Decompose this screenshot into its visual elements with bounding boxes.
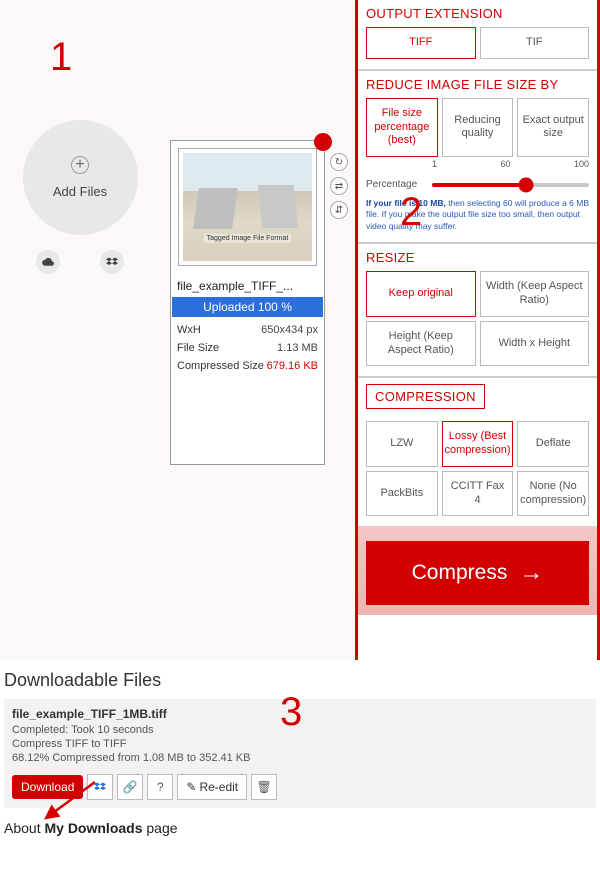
percentage-slider[interactable] [432,183,589,187]
download-operation: Compress TIFF to TIFF [12,738,588,750]
comp-ccitt[interactable]: CCITT Fax 4 [442,471,514,517]
dropbox-button[interactable] [100,250,124,274]
upload-progress: Uploaded 100 % [172,297,323,317]
add-files-button[interactable]: + Add Files [23,120,138,235]
download-button[interactable]: Download [12,775,83,799]
reduce-title: REDUCE IMAGE FILE SIZE BY [366,77,589,92]
download-ratio: 68.12% Compressed from 1.08 MB to 352.41… [12,752,588,764]
notification-dot-icon [314,133,332,151]
sort-icon-button[interactable]: ⇵ [330,201,348,219]
file-name: file_example_TIFF_... [171,273,324,297]
meta-compressed-value: 679.16 KB [267,360,318,372]
step-3-annotation: 3 [280,690,302,735]
compress-button[interactable]: Compress → [366,541,589,605]
step-2-annotation: 2 [400,190,422,235]
re-edit-button[interactable]: ✎Re-edit [177,774,247,800]
slider-min: 1 [432,159,437,169]
resize-width-ar[interactable]: Width (Keep Aspect Ratio) [480,271,590,317]
meta-size-label: File Size [177,342,219,354]
link-icon: 🔗 [123,780,138,794]
compress-button-label: Compress [412,561,508,585]
cloud-icon [42,257,54,267]
slider-max: 100 [574,159,589,169]
resize-width-height[interactable]: Width x Height [480,321,590,367]
dropbox-icon [106,257,118,267]
help-icon: ? [157,780,164,794]
slider-thumb-icon[interactable] [519,177,534,192]
plus-icon: + [71,156,89,174]
add-files-label: Add Files [53,184,107,199]
about-downloads-text: About My Downloads page [0,808,600,840]
comp-none[interactable]: None (No compression) [517,471,589,517]
output-extension-title: OUTPUT EXTENSION [366,6,589,21]
dropbox-save-button[interactable] [87,774,113,800]
downloads-heading: Downloadable Files [4,670,596,691]
comp-lossy[interactable]: Lossy (Best compression) [442,421,514,467]
meta-wxh-value: 650x434 px [261,324,318,336]
reduce-option-exact[interactable]: Exact output size [517,98,589,157]
re-edit-label: Re-edit [199,780,238,794]
thumb-caption: Tagged Image File Format [204,234,292,243]
step-1-annotation: 1 [50,35,72,80]
slider-label: Percentage [366,179,426,190]
file-card: ↻ ⇄ ⇵ Tagged Image File Format file_exam… [170,140,325,465]
resize-title: RESIZE [366,250,589,265]
ext-option-tif[interactable]: TIF [480,27,590,59]
comp-deflate[interactable]: Deflate [517,421,589,467]
meta-compressed-label: Compressed Size [177,360,264,372]
file-thumbnail: Tagged Image File Format [183,153,312,261]
reduce-option-quality[interactable]: Reducing quality [442,98,514,157]
slider-mid: 60 [500,159,510,169]
compression-title: COMPRESSION [366,384,485,409]
pencil-icon: ✎ [186,780,196,794]
meta-wxh-label: WxH [177,324,201,336]
arrow-right-icon: → [519,559,543,587]
reduce-option-percentage[interactable]: File size percentage (best) [366,98,438,157]
settings-panel: OUTPUT EXTENSION TIFF TIF REDUCE IMAGE F… [355,0,600,660]
swap-icon-button[interactable]: ⇄ [330,177,348,195]
ext-option-tiff[interactable]: TIFF [366,27,476,59]
resize-height-ar[interactable]: Height (Keep Aspect Ratio) [366,321,476,367]
dropbox-icon [94,782,106,792]
copy-link-button[interactable]: 🔗 [117,774,143,800]
comp-lzw[interactable]: LZW [366,421,438,467]
resize-keep-original[interactable]: Keep original [366,271,476,317]
trash-icon: 🗑 [257,780,272,794]
help-button[interactable]: ? [147,774,173,800]
rotate-icon-button[interactable]: ↻ [330,153,348,171]
comp-packbits[interactable]: PackBits [366,471,438,517]
meta-size-value: 1.13 MB [277,342,318,354]
cloud-upload-button[interactable] [36,250,60,274]
delete-button[interactable]: 🗑 [251,774,277,800]
